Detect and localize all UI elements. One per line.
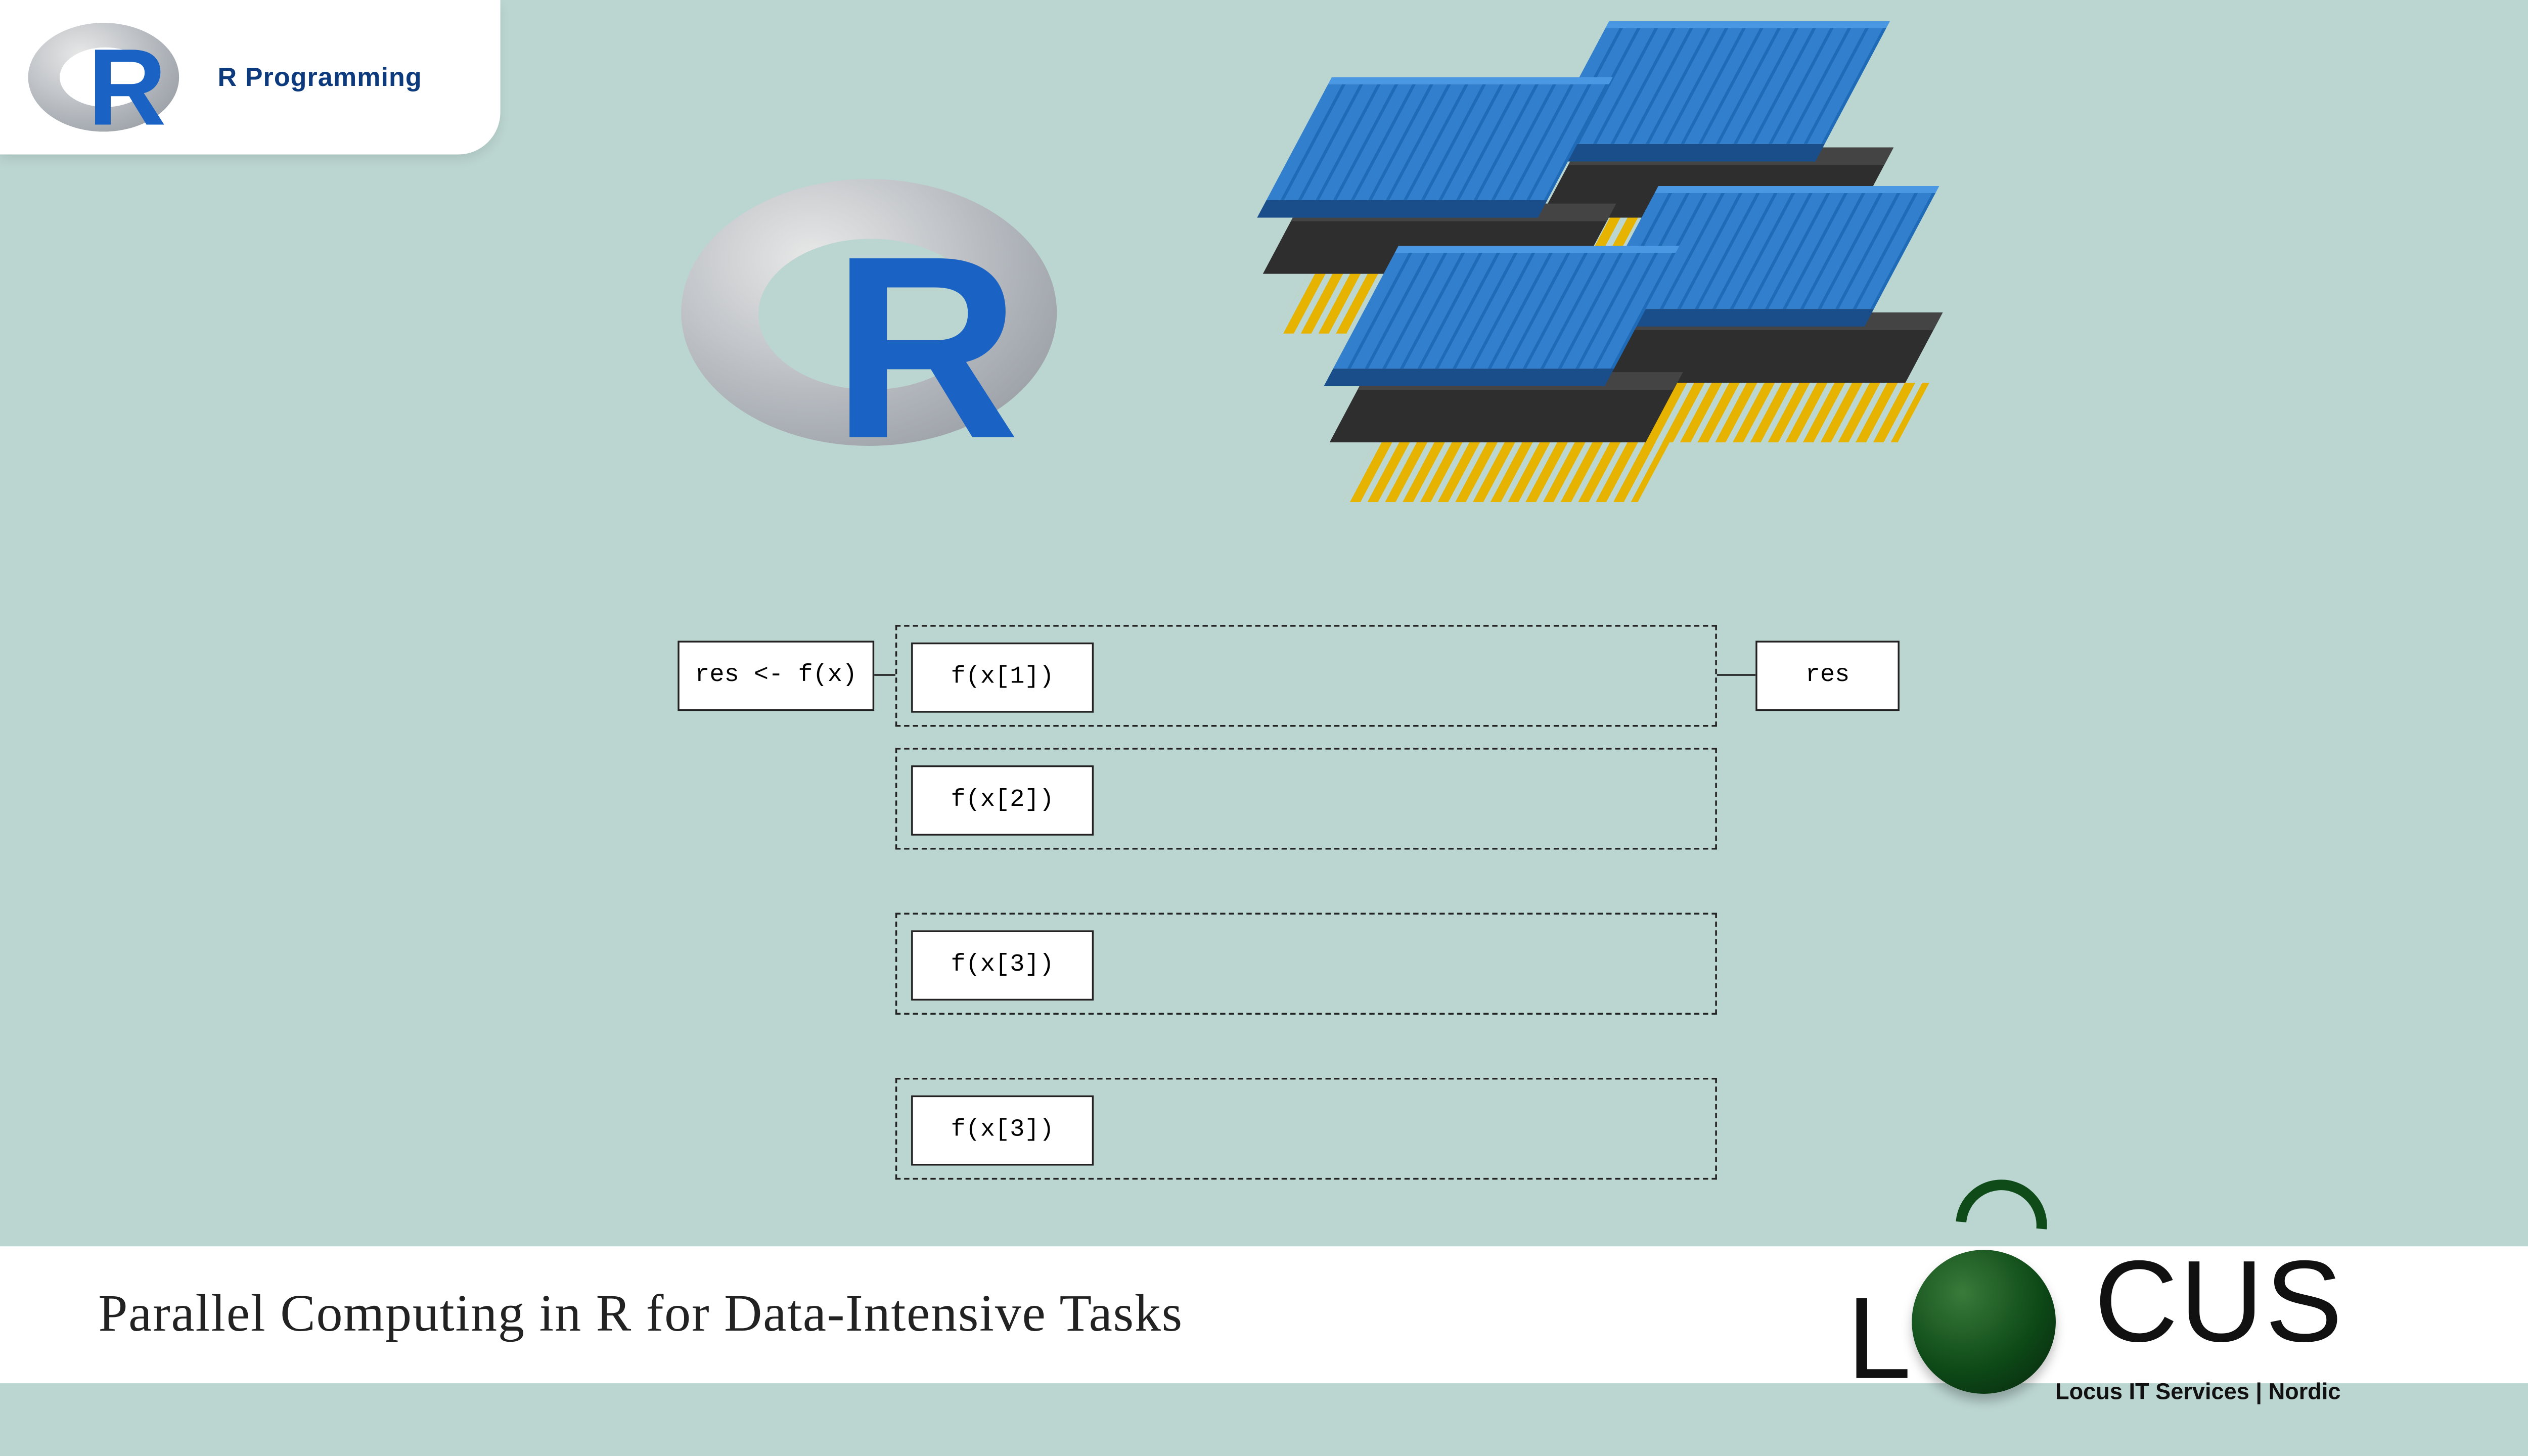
connector-line [1717,674,1755,675]
parallel-lane: f(x[3]) [895,1078,1717,1179]
box-call: f(x[1]) [911,643,1094,713]
locus-subline: Locus IT Services | Nordic [2055,1378,2341,1404]
lane-stack: f(x[2]) f(x[3]) f(x[3]) [653,748,2022,1179]
sphere-icon [1911,1250,2055,1394]
box-call: f(x[3]) [911,1096,1094,1166]
parallel-lane: f(x[3]) [895,913,1717,1015]
r-letter-hero: R [832,200,1013,498]
r-logo-hero-icon: R [681,168,1067,470]
box-call: f(x[3]) [911,930,1094,1000]
locus-word-l: L [1847,1271,1911,1404]
box-call: f(x[2]) [911,765,1094,836]
flow-diagram: res <- f(x) f(x[1]) res f(x[2]) f(x[3]) … [653,625,2022,1243]
parallel-lane: f(x[2]) [895,748,1717,849]
badge-label: R Programming [218,62,422,92]
cpu-chip-icon [1348,298,1682,526]
slide-canvas: R R Programming R res <- f(x) f(x[1]) [0,0,2528,1422]
locus-word-cus: CUS [2094,1234,2344,1368]
box-output: res [1755,641,1900,711]
r-letter-glyph: R [88,26,166,151]
page-title: Parallel Computing in R for Data-Intensi… [98,1285,1183,1345]
badge-card: R R Programming [0,0,501,155]
box-input: res <- f(x) [678,641,874,711]
connector-line [874,674,895,675]
r-logo-icon: R [28,16,187,139]
cpu-cluster-icon [1159,35,1914,562]
locus-logo: L CUS Locus IT Services | Nordic [1847,1229,2479,1404]
parallel-lane: f(x[1]) [895,625,1717,726]
diagram-row-1: res <- f(x) f(x[1]) res [653,625,2022,726]
